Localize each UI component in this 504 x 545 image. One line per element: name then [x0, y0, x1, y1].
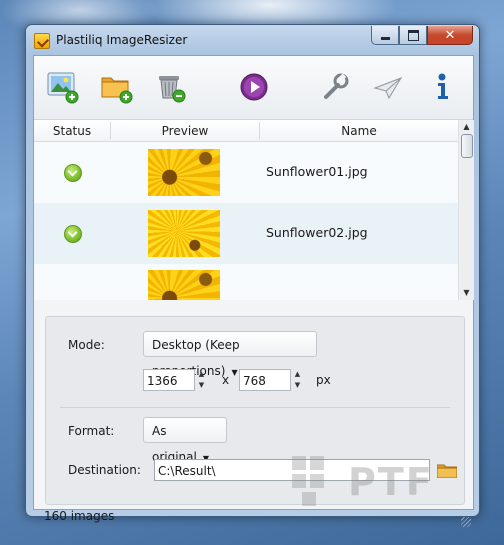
close-button[interactable]: ✕ [427, 26, 473, 45]
watermark-text: PTF [348, 460, 434, 504]
image-list[interactable]: Status Preview Name Sunflower01.jpg Sunf… [34, 120, 474, 300]
column-header-preview[interactable]: Preview [111, 124, 259, 138]
client-area: Status Preview Name Sunflower01.jpg Sunf… [33, 55, 474, 527]
table-row[interactable] [34, 264, 458, 300]
watermark: PTF [288, 452, 470, 512]
height-stepper[interactable]: ▲ ▼ [292, 369, 303, 391]
mode-label: Mode: [68, 338, 105, 352]
folder-plus-icon [101, 77, 133, 104]
status-ok-icon [64, 164, 82, 182]
height-input[interactable]: 768 [239, 369, 291, 391]
image-thumbnail [148, 270, 220, 300]
width-stepper[interactable]: ▲ ▼ [196, 369, 207, 391]
paper-plane-icon [373, 77, 403, 100]
settings-button[interactable] [318, 70, 352, 104]
format-label: Format: [68, 424, 115, 438]
scroll-thumb[interactable] [461, 134, 473, 158]
image-thumbnail [148, 210, 220, 257]
minimize-button[interactable] [371, 26, 399, 45]
table-header: Status Preview Name [34, 120, 458, 142]
send-button[interactable] [371, 70, 405, 104]
file-name: Sunflower02.jpg [266, 225, 368, 240]
chevron-down-icon: ▼ [231, 368, 238, 377]
title-bar[interactable]: Plastiliq ImageResizer ✕ [26, 25, 479, 55]
minimize-icon [380, 36, 390, 40]
width-input[interactable]: 1366 [143, 369, 195, 391]
maximize-button[interactable] [399, 26, 427, 45]
app-window: Plastiliq ImageResizer ✕ Status Preview … [25, 24, 480, 527]
format-dropdown[interactable]: As original▼ [143, 417, 227, 464]
start-button[interactable] [237, 70, 271, 104]
scroll-up-arrow-icon[interactable]: ▲ [459, 120, 474, 134]
mode-dropdown[interactable]: Desktop (Keep proportions)▼ [143, 331, 317, 378]
remove-button[interactable] [154, 70, 188, 104]
info-button[interactable] [425, 70, 459, 104]
table-row[interactable]: Sunflower01.jpg [34, 142, 458, 203]
window-title: Plastiliq ImageResizer [56, 33, 188, 47]
wrench-icon [324, 73, 349, 99]
unit-label: px [316, 373, 331, 387]
trash-minus-icon [159, 76, 186, 103]
resize-grip-icon[interactable] [461, 517, 471, 527]
add-folder-button[interactable] [100, 70, 134, 104]
destination-label: Destination: [68, 463, 141, 477]
info-icon [438, 73, 448, 99]
status-ok-icon [64, 225, 82, 243]
divider [60, 407, 450, 408]
table-row[interactable]: Sunflower02.jpg [34, 203, 458, 264]
image-thumbnail [148, 149, 220, 196]
file-name: Sunflower01.jpg [266, 164, 368, 179]
format-value: As original [152, 424, 197, 464]
column-header-name[interactable]: Name [260, 124, 458, 138]
scroll-down-arrow-icon[interactable]: ▼ [459, 286, 474, 300]
close-icon: ✕ [444, 27, 456, 43]
column-header-status[interactable]: Status [34, 124, 110, 138]
maximize-icon [407, 29, 419, 41]
caption-buttons: ✕ [371, 26, 473, 45]
vertical-scrollbar[interactable]: ▲ ▼ [458, 120, 474, 300]
watermark-logo-icon [292, 456, 324, 506]
image-plus-icon [47, 72, 79, 104]
dimension-separator: x [222, 373, 230, 387]
play-icon [240, 73, 268, 101]
image-count: 160 images [44, 509, 115, 523]
toolbar [34, 56, 473, 120]
add-image-button[interactable] [46, 70, 80, 104]
app-logo-icon [34, 33, 50, 49]
